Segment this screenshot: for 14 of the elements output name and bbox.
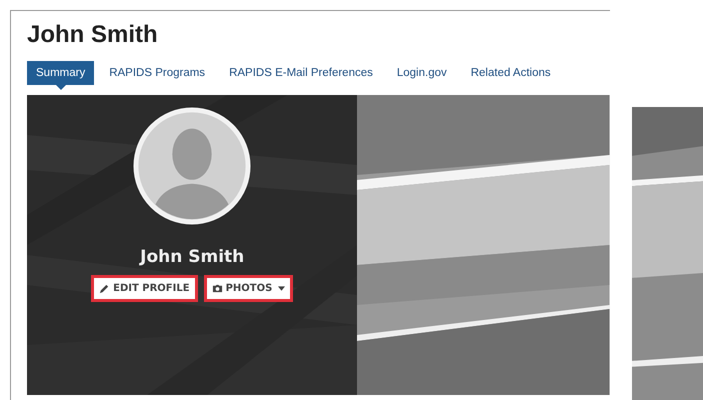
camera-icon	[212, 283, 223, 294]
edit-profile-button[interactable]: EDIT PROFILE	[91, 275, 198, 302]
avatar-icon	[133, 107, 252, 225]
tab-pointer-icon	[56, 85, 66, 90]
tab[interactable]: RAPIDS Programs	[100, 61, 214, 85]
photos-button[interactable]: PHOTOS	[204, 275, 294, 302]
page-title: John Smith	[27, 21, 159, 49]
tab[interactable]: Related Actions	[462, 61, 560, 85]
caret-icon	[278, 286, 286, 291]
tab[interactable]: Login.gov	[388, 61, 456, 85]
pencil-icon	[99, 283, 110, 294]
tab[interactable]: RAPIDS E-Mail Preferences	[220, 61, 382, 85]
tab[interactable]: Summary	[27, 61, 94, 85]
profile-name: John Smith	[140, 247, 244, 267]
